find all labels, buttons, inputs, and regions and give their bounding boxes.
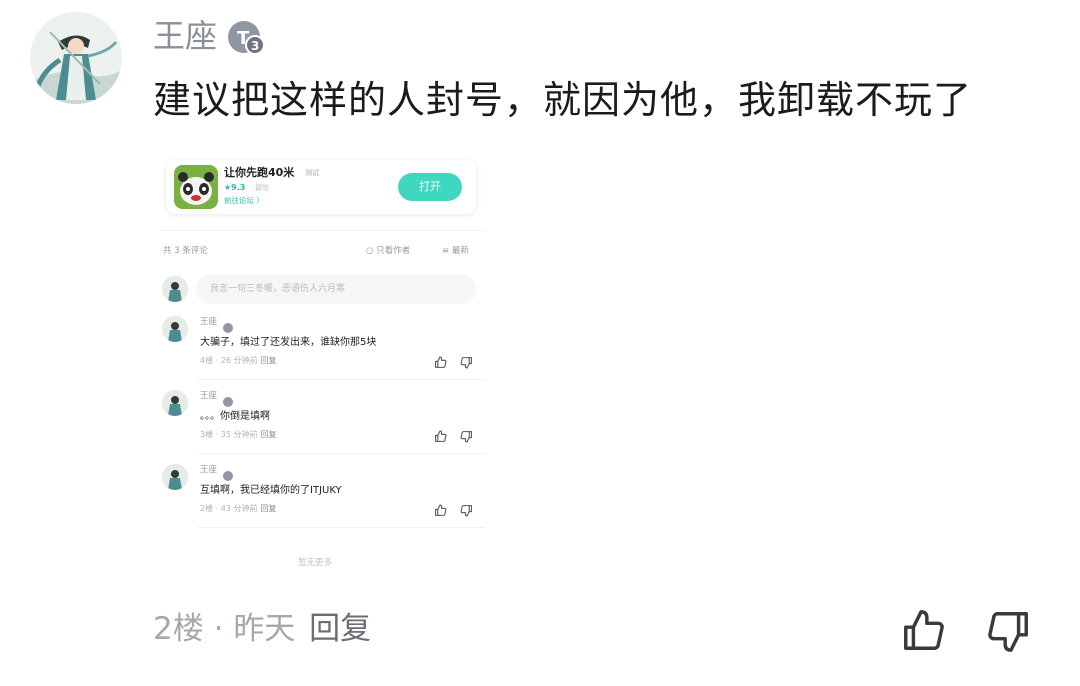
divider [160, 230, 486, 231]
game-genre: 冒险 [255, 184, 269, 192]
level-badge-icon [223, 392, 233, 407]
comment-text: 互填啊，我已经填你的了ITJUKY [200, 485, 342, 496]
comment-time: 26 分钟前 [220, 356, 258, 365]
forum-link[interactable]: 前往论坛 〉 [224, 195, 264, 206]
comment-meta: 2楼 · 43 分钟前 回复 [200, 504, 277, 513]
sort-latest[interactable]: ≡ 最新 [442, 245, 469, 257]
badge-level-number: 3 [251, 39, 259, 53]
reply-button[interactable]: 回复 [260, 504, 276, 513]
comment-text: 建议把这样的人封号，就因为他，我卸载不玩了 [153, 78, 973, 122]
divider [198, 379, 486, 380]
thumbs-up-icon[interactable] [434, 428, 447, 442]
level-badge-icon [223, 318, 233, 333]
level-badge-icon [223, 466, 233, 481]
comment-time: 43 分钟前 [220, 504, 258, 513]
comment-username[interactable]: 王座 [200, 391, 217, 402]
author-only-toggle[interactable]: ○ 只看作者 [366, 245, 410, 257]
comment-floor: 2楼 [153, 611, 204, 647]
comment-time: 35 分钟前 [220, 430, 258, 439]
divider [198, 527, 486, 528]
thumbs-up-icon[interactable] [434, 502, 447, 516]
game-app-icon [174, 165, 218, 209]
thumbs-up-icon[interactable] [434, 354, 447, 368]
open-game-button[interactable]: 打开 [398, 173, 462, 201]
game-title[interactable]: 让你先跑40米 [224, 166, 294, 180]
comment-floor: 4楼 [200, 356, 214, 365]
reply-button[interactable]: 回复 [260, 430, 276, 439]
game-tag: 测试 [305, 169, 319, 177]
avatar[interactable] [162, 390, 188, 416]
divider [198, 453, 486, 454]
meta-separator: · [213, 611, 224, 647]
thumbs-down-icon[interactable] [460, 354, 473, 369]
thumbs-down-icon[interactable] [986, 608, 1032, 654]
comment-floor: 3楼 [200, 430, 214, 439]
avatar [162, 276, 188, 302]
comment-meta: 4楼 · 26 分钟前 回复 [200, 356, 277, 365]
comment-username[interactable]: 王座 [200, 317, 217, 328]
username[interactable]: 王座 [153, 14, 217, 58]
comment-text: 。。。你倒是填啊 [200, 411, 270, 422]
thumbs-down-icon[interactable] [460, 428, 473, 443]
game-rating: ★9.3 [224, 183, 246, 192]
avatar[interactable] [162, 464, 188, 490]
reply-button[interactable]: 回复 [260, 356, 276, 365]
comment-time: 昨天 [233, 611, 296, 647]
thumbs-down-icon[interactable] [460, 502, 473, 517]
level-badge-icon: T 3 [226, 17, 266, 57]
thumbs-up-icon[interactable] [900, 608, 946, 654]
no-more-label: 暂无更多 [298, 558, 333, 568]
comment-meta: 3楼 · 35 分钟前 回复 [200, 430, 277, 439]
reply-input-placeholder: 良言一句三冬暖，恶语伤人六月寒 [210, 284, 346, 294]
reply-button[interactable]: 回复 [309, 611, 371, 647]
avatar[interactable] [30, 12, 122, 104]
comment-meta: 2楼 · 昨天 回复 [153, 606, 371, 652]
comment-text: 大骗子，填过了还发出来，谁缺你那5块 [200, 337, 377, 348]
avatar[interactable] [162, 316, 188, 342]
comment-floor: 2楼 [200, 504, 214, 513]
comment-count: 共 3 条评论 [163, 246, 208, 256]
comment-username[interactable]: 王座 [200, 465, 217, 476]
